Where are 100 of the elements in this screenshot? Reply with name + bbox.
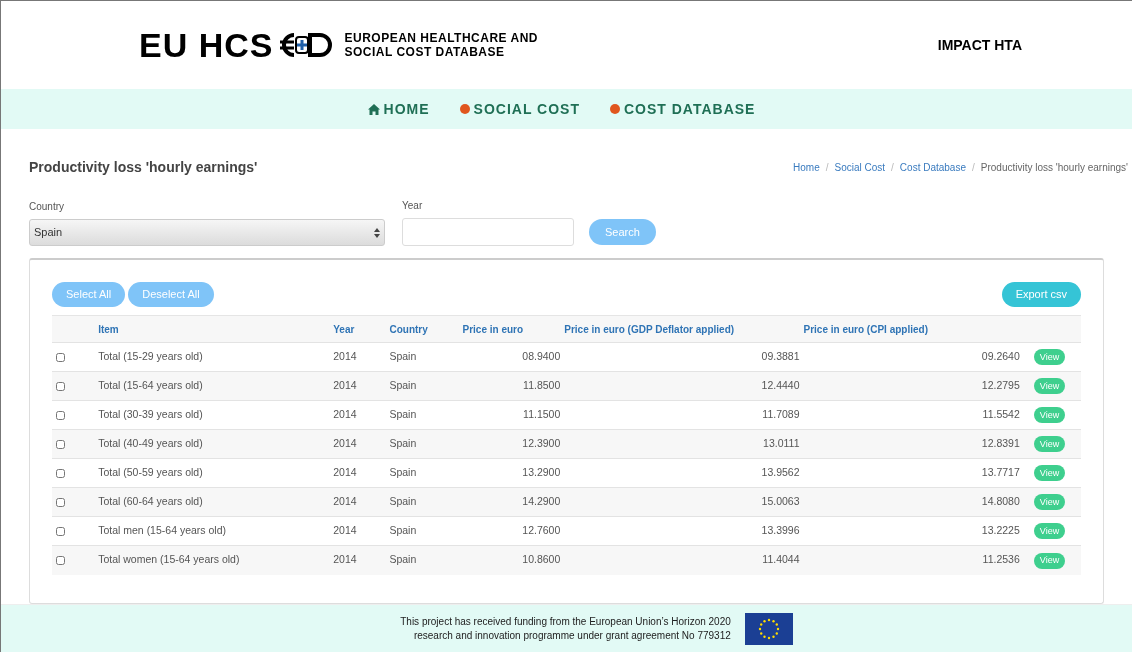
table-cell: 12.3900 (522, 437, 561, 450)
table-cell: 10.8600 (522, 553, 561, 566)
row-checkbox[interactable] (56, 381, 65, 391)
view-button[interactable]: View (1033, 465, 1066, 482)
table-cell: 13.0111 (763, 437, 800, 450)
table-cell: 2014 (333, 466, 357, 479)
column-header: Country (389, 323, 428, 335)
country-select[interactable]: Spain (29, 219, 385, 246)
row-checkbox[interactable] (56, 468, 65, 478)
table-cell: Spain (389, 553, 417, 566)
table-cell: Spain (389, 350, 417, 363)
table-cell: Spain (389, 379, 417, 392)
nav-link[interactable]: HOME (367, 98, 430, 120)
column-header: Year (333, 323, 355, 335)
table-cell: 13.2900 (522, 466, 561, 479)
partner-logo: IMPACT HTA (937, 35, 1022, 55)
row-checkbox[interactable] (56, 352, 65, 362)
table-cell: 2014 (333, 495, 357, 508)
table-cell: 11.7089 (762, 408, 800, 421)
table-cell: 2014 (333, 408, 357, 421)
breadcrumb-link[interactable]: Social Cost (834, 160, 886, 175)
table-cell: Total (60-64 years old) (98, 495, 203, 508)
logo-subtitle: SOCIAL COST DATABASE (344, 45, 506, 59)
row-checkbox[interactable] (56, 556, 65, 566)
table-cell: 14.2900 (522, 495, 561, 508)
view-button[interactable]: View (1033, 436, 1066, 453)
table-cell: 13.9562 (761, 466, 800, 479)
table-cell: Total women (15-64 years old) (98, 553, 240, 566)
bullet-icon (609, 104, 620, 114)
table-cell: 13.7717 (981, 466, 1020, 479)
view-button[interactable]: View (1033, 552, 1066, 569)
funding-text: This project has received funding from the European Union’s Horizon 2020 (400, 615, 731, 629)
table-cell: Total men (15-64 years old) (98, 524, 226, 537)
year-input[interactable] (402, 218, 574, 246)
table-cell: 12.4440 (761, 379, 800, 392)
table-cell: 2014 (333, 553, 357, 566)
field-label: Year (402, 199, 424, 213)
breadcrumb-current: Productivity loss 'hourly earnings' (980, 161, 1128, 175)
table-cell: Spain (389, 466, 417, 479)
table-cell: Spain (389, 437, 417, 450)
column-header: Price in euro (CPI applied) (803, 323, 928, 335)
row-checkbox[interactable] (56, 439, 65, 449)
funding-text: research and innovation programme under grant agreement No 779312 (413, 629, 731, 643)
table-cell: 11.5542 (982, 408, 1020, 421)
view-button[interactable]: View (1033, 378, 1066, 395)
table-cell: 08.9400 (522, 350, 561, 363)
table-cell: 2014 (333, 524, 357, 537)
column-header: Item (98, 323, 119, 335)
select-all-button[interactable]: Select All (52, 282, 126, 307)
table-cell: Spain (389, 524, 417, 537)
column-header: Price in euro (462, 323, 524, 335)
nav-link[interactable]: COST DATABASE (609, 98, 756, 120)
logo-subtitle: EUROPEAN HEALTHCARE AND (344, 31, 538, 45)
view-button[interactable]: View (1033, 494, 1066, 511)
home-icon (367, 103, 380, 115)
export-csv-button[interactable]: Export csv (1001, 282, 1081, 307)
view-button[interactable]: View (1033, 407, 1066, 424)
table-cell: Spain (389, 495, 417, 508)
table-cell: 12.8391 (981, 437, 1020, 450)
table-cell: 09.3881 (761, 350, 800, 363)
table-cell: 11.4044 (762, 553, 800, 566)
table-cell: Total (15-64 years old) (98, 379, 203, 392)
logo-text: EU HCS (139, 28, 274, 62)
deselect-all-button[interactable]: Deselect All (128, 282, 214, 307)
table-cell: 13.3996 (761, 524, 800, 537)
table-cell: 15.0063 (761, 495, 800, 508)
nav-link[interactable]: SOCIAL COST (459, 98, 580, 120)
table-cell: Total (40-49 years old) (98, 437, 203, 450)
search-button[interactable]: Search (589, 219, 656, 245)
breadcrumb-link[interactable]: Cost Database (899, 160, 966, 175)
table-cell: Total (15-29 years old) (98, 350, 203, 363)
row-checkbox[interactable] (56, 526, 65, 536)
column-header: Price in euro (GDP Deflator applied) (564, 323, 735, 335)
breadcrumb-separator: / (825, 161, 829, 175)
table-cell: 11.2536 (982, 553, 1020, 566)
eu-flag-icon (744, 613, 793, 645)
select-arrows-icon (374, 227, 380, 238)
page-title: Productivity loss 'hourly earnings' (29, 158, 258, 177)
row-checkbox[interactable] (56, 410, 65, 420)
table-cell: 11.1500 (523, 408, 561, 421)
breadcrumb-separator: / (972, 161, 975, 175)
field-label: Country (29, 200, 65, 214)
table-cell: 12.2795 (981, 379, 1020, 392)
table-cell: 2014 (333, 350, 357, 363)
breadcrumb-separator: / (891, 161, 894, 175)
breadcrumb-link[interactable]: Home (793, 160, 820, 175)
view-button[interactable]: View (1033, 523, 1066, 540)
table-cell: Total (50-59 years old) (98, 466, 203, 479)
table-cell: Spain (389, 408, 417, 421)
table-cell: Total (30-39 years old) (98, 408, 203, 421)
row-checkbox[interactable] (56, 497, 65, 507)
view-button[interactable]: View (1033, 349, 1066, 366)
table-cell: 12.7600 (522, 524, 561, 537)
table-cell: 13.2225 (981, 524, 1020, 537)
table-cell: 14.8080 (981, 495, 1020, 508)
table-cell: 2014 (333, 379, 357, 392)
table-cell: 2014 (333, 437, 357, 450)
table-cell: 09.2640 (981, 350, 1020, 363)
bullet-icon (459, 104, 470, 114)
table-cell: 11.8500 (523, 379, 561, 392)
